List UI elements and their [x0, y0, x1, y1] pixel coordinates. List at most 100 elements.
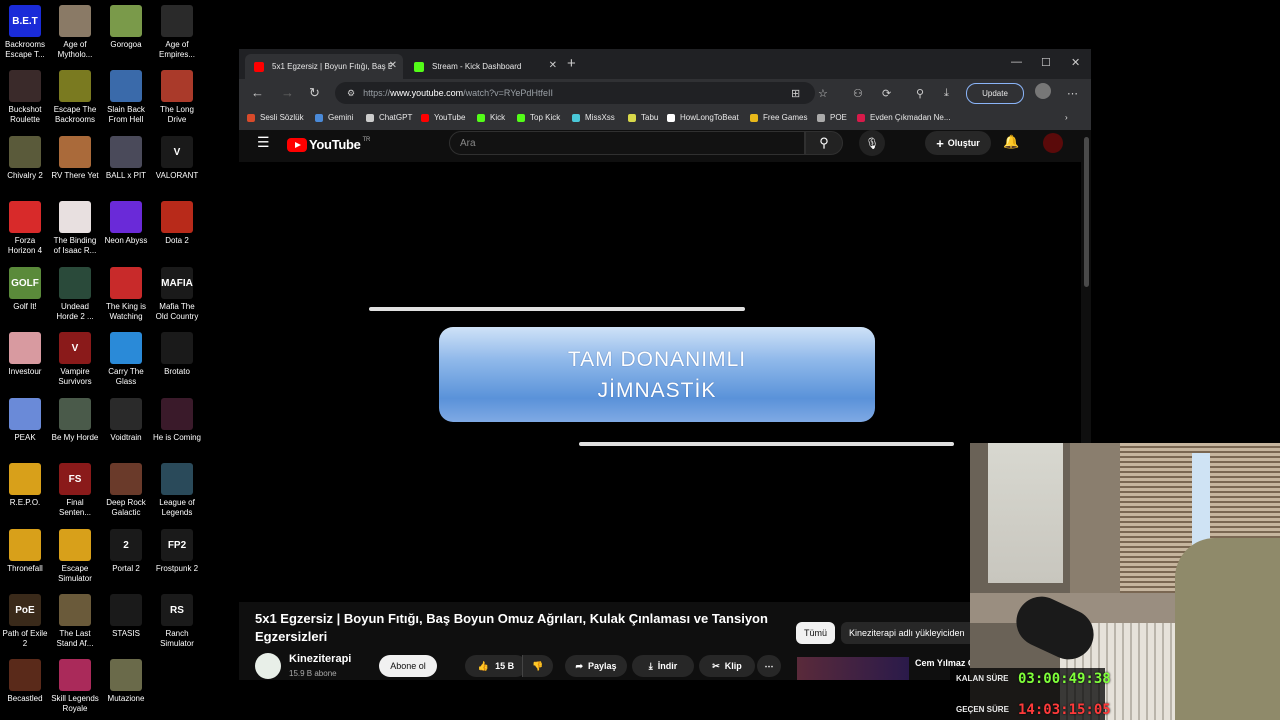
dislike-button[interactable]: 👎 — [522, 655, 553, 677]
share-button[interactable]: ➦ Paylaş — [565, 655, 627, 677]
page-scrollbar[interactable] — [1084, 137, 1089, 287]
bookmark-item[interactable]: Kick — [477, 113, 505, 122]
downloads-icon[interactable]: ⤓ — [944, 87, 949, 100]
more-menu-icon[interactable]: ⋯ — [1067, 87, 1078, 100]
forward-icon[interactable]: → — [281, 85, 294, 100]
bookmark-item[interactable]: HowLongToBeat — [667, 113, 739, 122]
desktop-icon[interactable]: FP2 Frostpunk 2 — [152, 524, 202, 574]
bookmark-item[interactable]: Evden Çıkmadan Ne... — [857, 113, 950, 122]
bookmark-item[interactable]: Tabu — [628, 113, 658, 122]
minimize-icon[interactable]: — — [1011, 56, 1022, 68]
desktop-icon[interactable]: Skill Legends Royale — [50, 654, 100, 714]
create-button[interactable]: + Oluştur — [925, 131, 991, 155]
recommended-thumbnail[interactable] — [797, 657, 909, 680]
desktop-icon[interactable]: Forza Horizon 4 — [0, 196, 50, 256]
desktop-icon[interactable]: Slain Back From Hell — [101, 65, 151, 125]
address-bar[interactable]: ⚙ https://www.youtube.com/watch?v=RYePdH… — [335, 82, 815, 104]
close-tab-icon[interactable]: ✕ — [389, 60, 397, 71]
extensions-icon[interactable]: ⚲ — [916, 87, 924, 100]
desktop-icon[interactable]: V Vampire Survivors — [50, 327, 100, 387]
desktop-icon[interactable]: Be My Horde — [50, 393, 100, 443]
desktop-icon[interactable]: The Binding of Isaac R... — [50, 196, 100, 256]
new-tab-icon[interactable]: + — [567, 55, 576, 72]
update-button[interactable]: Update — [966, 83, 1024, 104]
desktop-icon[interactable]: Escape Simulator — [50, 524, 100, 584]
desktop-icon[interactable]: The Last Stand Af... — [50, 589, 100, 649]
desktop-icon[interactable]: Carry The Glass — [101, 327, 151, 387]
voice-search-button[interactable]: 🎙 — [859, 130, 885, 156]
subscribe-button[interactable]: Abone ol — [379, 655, 437, 677]
notifications-bell-icon[interactable]: 🔔 — [1003, 134, 1019, 150]
desktop-icon[interactable]: Investour — [0, 327, 50, 377]
bookmarks-overflow-icon[interactable]: › — [1065, 113, 1068, 122]
desktop-icon[interactable]: Gorogoa — [101, 0, 151, 50]
bookmark-item[interactable]: Free Games — [750, 113, 807, 122]
desktop-icon[interactable]: STASIS — [101, 589, 151, 639]
desktop-icon[interactable]: MAFIA Mafia The Old Country — [152, 262, 202, 322]
bookmark-item[interactable]: POE — [817, 113, 847, 122]
desktop-icon[interactable]: Brotato — [152, 327, 202, 377]
extension-icon[interactable]: ⚇ — [853, 87, 863, 100]
desktop-icon[interactable]: PoE Path of Exile 2 — [0, 589, 50, 649]
desktop-icon[interactable]: Escape The Backrooms — [50, 65, 100, 125]
desktop-icon[interactable]: Mutazione — [101, 654, 151, 704]
close-tab-icon[interactable]: ✕ — [549, 60, 557, 71]
chip-all[interactable]: Tümü — [796, 622, 836, 644]
maximize-icon[interactable]: ☐ — [1041, 56, 1051, 69]
more-actions-button[interactable]: ⋯ — [757, 655, 781, 677]
desktop-icon[interactable]: Becastled — [0, 654, 50, 704]
bookmark-item[interactable]: ChatGPT — [366, 113, 412, 122]
channel-avatar[interactable] — [255, 653, 281, 679]
site-info-icon[interactable]: ⚙ — [347, 88, 355, 99]
bookmark-star-icon[interactable]: ☆ — [818, 87, 828, 100]
desktop-icon[interactable]: League of Legends — [152, 458, 202, 518]
desktop-icon[interactable]: The Long Drive — [152, 65, 202, 125]
desktop-icon[interactable]: Voidtrain — [101, 393, 151, 443]
desktop-icon[interactable]: Dota 2 — [152, 196, 202, 246]
reload-icon[interactable]: ↻ — [309, 85, 320, 101]
desktop-icon[interactable]: RS Ranch Simulator — [152, 589, 202, 649]
like-button[interactable]: 👍 15 B — [465, 655, 527, 677]
desktop-icon[interactable]: V VALORANT — [152, 131, 202, 181]
desktop-icon[interactable]: RV There Yet — [50, 131, 100, 181]
bookmark-item[interactable]: Gemini — [315, 113, 353, 122]
desktop-icon[interactable]: B.E.T Backrooms Escape T... — [0, 0, 50, 60]
close-window-icon[interactable]: ✕ — [1071, 56, 1080, 69]
tab-kick[interactable]: Stream - Kick Dashboard ✕ — [405, 54, 563, 79]
desktop-icon[interactable]: BALL x PIT — [101, 131, 151, 181]
sync-icon[interactable]: ⟳ — [882, 87, 891, 100]
back-icon[interactable]: ← — [251, 85, 264, 100]
bookmark-item[interactable]: YouTube — [421, 113, 465, 122]
desktop-icon[interactable]: Thronefall — [0, 524, 50, 574]
desktop-icon[interactable]: Age of Empires... — [152, 0, 202, 60]
bookmark-item[interactable]: MissXss — [572, 113, 615, 122]
desktop-icon[interactable]: The King is Watching — [101, 262, 151, 322]
app-available-icon[interactable]: ⊞ — [791, 87, 800, 100]
desktop-icon[interactable]: R.E.P.O. — [0, 458, 50, 508]
hamburger-menu-icon[interactable]: ☰ — [257, 134, 270, 151]
video-player[interactable]: TAM DONANIMLI JİMNASTİK — [239, 162, 1081, 602]
desktop-icon[interactable]: Buckshot Roulette — [0, 65, 50, 125]
desktop-icon[interactable]: Neon Abyss — [101, 196, 151, 246]
bookmark-item[interactable]: Top Kick — [517, 113, 560, 122]
search-input[interactable]: Ara — [449, 131, 805, 155]
decor-line-bottom — [579, 442, 954, 446]
bookmark-item[interactable]: Sesli Sözlük — [247, 113, 304, 122]
desktop-icon[interactable]: PEAK — [0, 393, 50, 443]
desktop-icon[interactable]: FS Final Senten... — [50, 458, 100, 518]
desktop-icon[interactable]: Chivalry 2 — [0, 131, 50, 181]
desktop-icon[interactable]: Undead Horde 2 ... — [50, 262, 100, 322]
search-button[interactable]: ⚲ — [805, 131, 843, 155]
desktop-icon[interactable]: Deep Rock Galactic — [101, 458, 151, 518]
clip-button[interactable]: ✂ Klip — [699, 655, 755, 677]
tab-youtube[interactable]: 5x1 Egzersiz | Boyun Fıtığı, Baş Bo ✕ — [245, 54, 403, 79]
desktop-icon[interactable]: GOLF Golf It! — [0, 262, 50, 312]
channel-name[interactable]: Kineziterapi — [289, 653, 351, 665]
profile-avatar[interactable] — [1035, 83, 1051, 99]
desktop-icon[interactable]: 2 Portal 2 — [101, 524, 151, 574]
account-avatar[interactable] — [1043, 133, 1063, 153]
youtube-logo[interactable]: YouTube TR — [287, 137, 370, 152]
desktop-icon[interactable]: He is Coming — [152, 393, 202, 443]
download-button[interactable]: ⤓ İndir — [632, 655, 694, 677]
desktop-icon[interactable]: Age of Mytholo... — [50, 0, 100, 60]
